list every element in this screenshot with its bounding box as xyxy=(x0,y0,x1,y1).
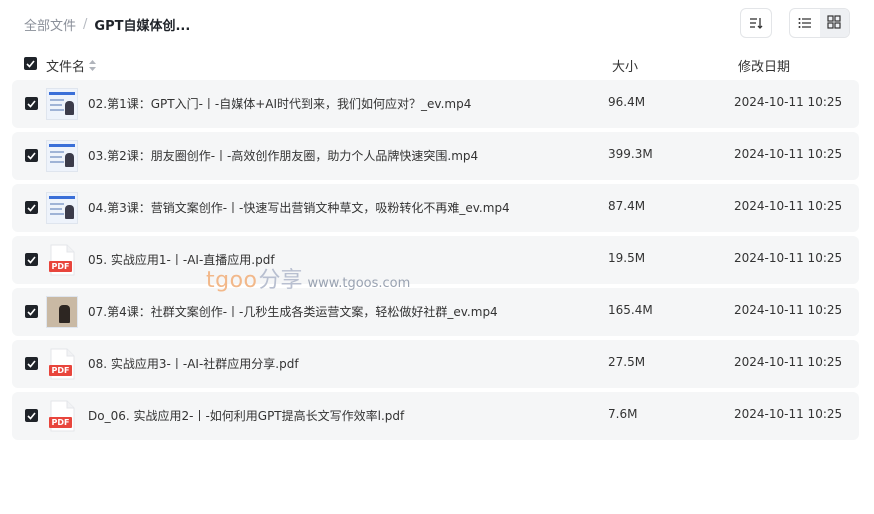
file-size: 96.4M xyxy=(608,95,646,109)
file-row[interactable]: 04.第3课：营销文案创作-丨-快速写出营销文种草文，吸粉转化不再难_ev.mp… xyxy=(12,184,859,232)
file-date: 2024-10-11 10:25 xyxy=(734,199,843,213)
column-header-name[interactable]: 文件名 xyxy=(46,56,97,75)
pdf-file-icon: PDF xyxy=(46,348,78,380)
pdf-label: PDF xyxy=(51,262,70,271)
file-row[interactable]: 07.第4课：社群文案创作-丨-几秒生成各类运营文案，轻松做好社群_ev.mp4… xyxy=(12,288,859,336)
row-checkbox[interactable] xyxy=(25,253,38,266)
file-name[interactable]: 04.第3课：营销文案创作-丨-快速写出营销文种草文，吸粉转化不再难_ev.mp… xyxy=(88,199,510,216)
file-date: 2024-10-11 10:25 xyxy=(734,303,843,317)
file-name[interactable]: 08. 实战应用3-丨-AI-社群应用分享.pdf xyxy=(88,355,299,372)
file-size: 165.4M xyxy=(608,303,653,317)
pdf-label: PDF xyxy=(51,366,70,375)
breadcrumb-current: GPT自媒体创... xyxy=(94,18,191,34)
file-size: 399.3M xyxy=(608,147,653,161)
list-view-button[interactable] xyxy=(790,9,820,37)
file-name[interactable]: 03.第2课：朋友圈创作-丨-高效创作朋友圈，助力个人品牌快速突围.mp4 xyxy=(88,147,478,164)
pdf-file-icon: PDF xyxy=(46,244,78,276)
file-size: 87.4M xyxy=(608,199,646,213)
video-thumbnail xyxy=(46,192,78,224)
sort-arrows-icon xyxy=(89,60,97,71)
video-thumbnail xyxy=(46,296,78,328)
column-header-size[interactable]: 大小 xyxy=(612,56,638,75)
file-date: 2024-10-11 10:25 xyxy=(734,147,843,161)
breadcrumb-root[interactable]: 全部文件 xyxy=(24,15,76,34)
file-size: 7.6M xyxy=(608,407,638,421)
file-date: 2024-10-11 10:25 xyxy=(734,251,843,265)
video-thumbnail xyxy=(46,88,78,120)
file-name[interactable]: 07.第4课：社群文案创作-丨-几秒生成各类运营文案，轻松做好社群_ev.mp4 xyxy=(88,303,498,320)
file-list-header: 文件名 大小 修改日期 xyxy=(0,52,874,76)
view-toggle xyxy=(789,8,850,38)
file-row[interactable]: 02.第1课：GPT入门-丨-自媒体+AI时代到来，我们如何应对？_ev.mp4… xyxy=(12,80,859,128)
sort-button[interactable] xyxy=(740,8,772,38)
list-view-icon xyxy=(798,14,812,33)
row-checkbox[interactable] xyxy=(25,305,38,318)
breadcrumb: 全部文件 / GPT自媒体创... xyxy=(24,14,190,34)
file-size: 19.5M xyxy=(608,251,646,265)
row-checkbox[interactable] xyxy=(25,149,38,162)
row-checkbox[interactable] xyxy=(25,409,38,422)
file-row[interactable]: PDF 05. 实战应用1-丨-AI-直播应用.pdf 19.5M 2024-10-1… xyxy=(12,236,859,284)
file-name[interactable]: Do_06. 实战应用2-丨-如何利用GPT提高长文写作效率l.pdf xyxy=(88,407,404,424)
file-row[interactable]: PDF 08. 实战应用3-丨-AI-社群应用分享.pdf 27.5M 2024-10… xyxy=(12,340,859,388)
file-name[interactable]: 05. 实战应用1-丨-AI-直播应用.pdf xyxy=(88,251,275,268)
pdf-file-icon: PDF xyxy=(46,400,78,432)
row-checkbox[interactable] xyxy=(25,357,38,370)
column-header-name-label: 文件名 xyxy=(46,60,86,75)
row-checkbox[interactable] xyxy=(25,201,38,214)
grid-view-button[interactable] xyxy=(819,9,849,37)
row-checkbox[interactable] xyxy=(25,97,38,110)
file-date: 2024-10-11 10:25 xyxy=(734,407,843,421)
grid-view-icon xyxy=(827,14,841,33)
file-row[interactable]: PDF Do_06. 实战应用2-丨-如何利用GPT提高长文写作效率l.pdf 7.… xyxy=(12,392,859,440)
file-name[interactable]: 02.第1课：GPT入门-丨-自媒体+AI时代到来，我们如何应对？_ev.mp4 xyxy=(88,95,471,112)
video-thumbnail xyxy=(46,140,78,172)
select-all-checkbox[interactable] xyxy=(24,57,37,70)
column-header-date[interactable]: 修改日期 xyxy=(738,56,790,75)
sort-icon xyxy=(749,14,763,33)
pdf-label: PDF xyxy=(51,418,70,427)
breadcrumb-separator: / xyxy=(83,16,88,32)
file-date: 2024-10-11 10:25 xyxy=(734,355,843,369)
file-size: 27.5M xyxy=(608,355,646,369)
file-row[interactable]: 03.第2课：朋友圈创作-丨-高效创作朋友圈，助力个人品牌快速突围.mp4 399… xyxy=(12,132,859,180)
file-date: 2024-10-11 10:25 xyxy=(734,95,843,109)
